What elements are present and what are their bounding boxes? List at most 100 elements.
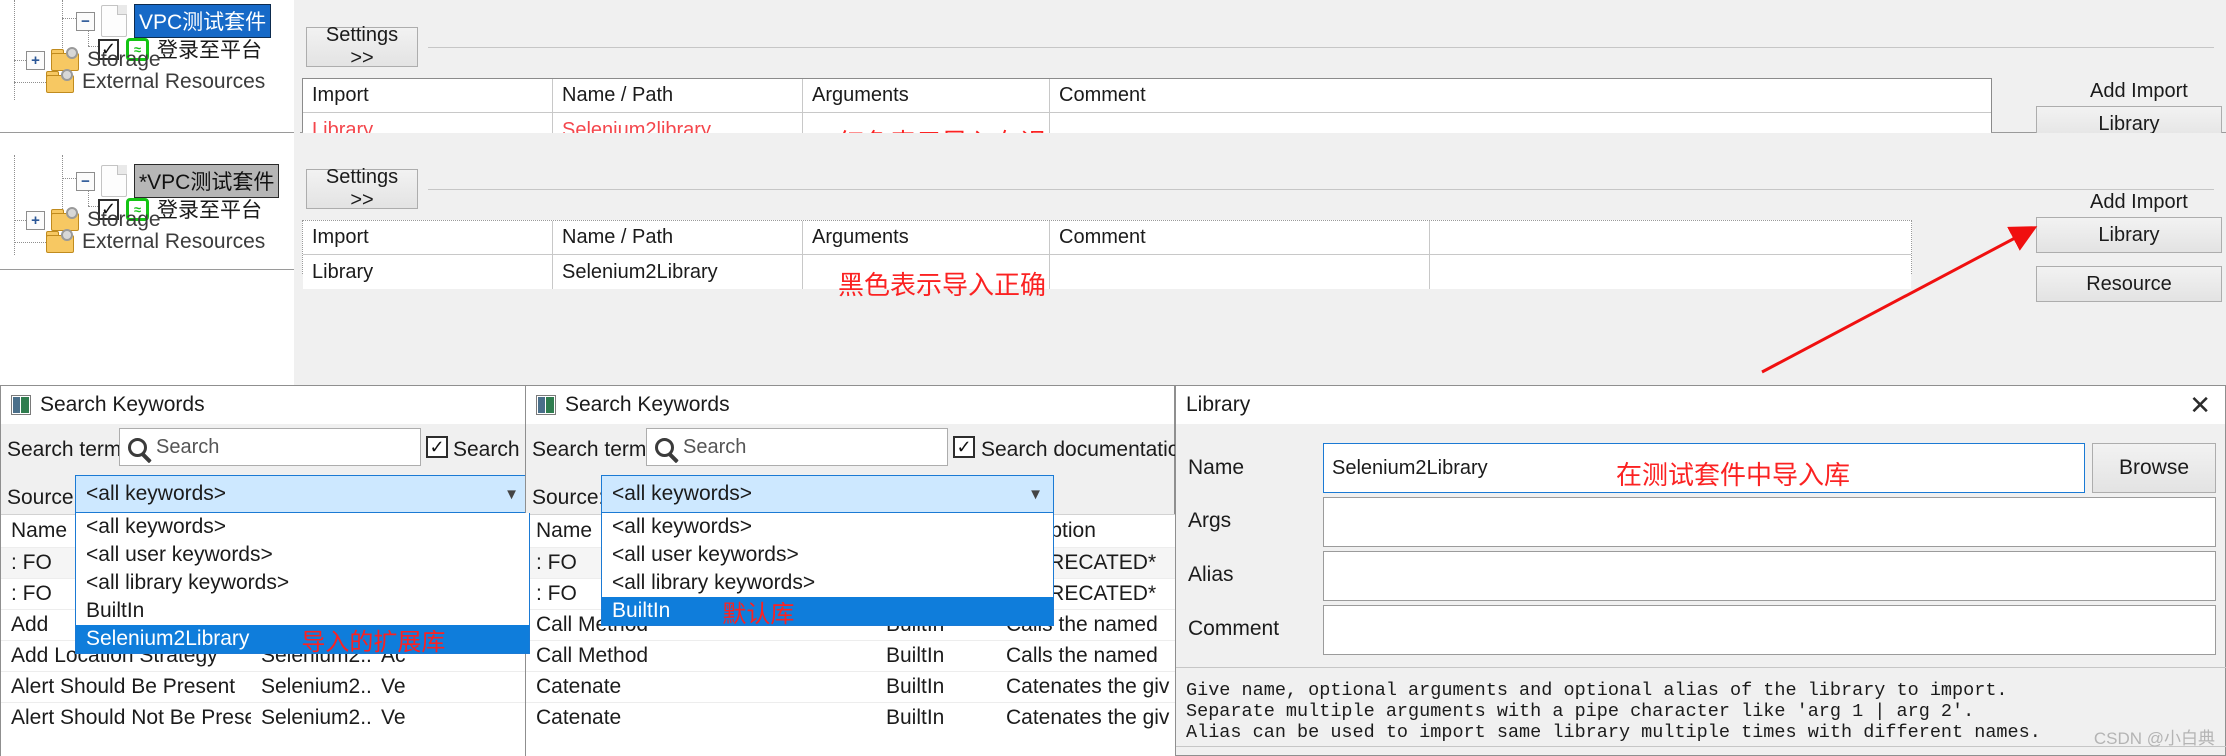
app-icon xyxy=(536,395,556,415)
tree-panel-bottom[interactable]: − *VPC测试套件 ✓ ≈ 登录至平台 + Storage External … xyxy=(0,133,294,270)
tree-guide-line xyxy=(14,220,26,221)
name-label: Name xyxy=(1188,456,1245,479)
source-combobox-value: <all keywords> xyxy=(86,482,227,505)
expand-icon[interactable]: + xyxy=(26,50,45,70)
cell-comment[interactable] xyxy=(1050,255,1430,289)
chevron-down-icon: ▼ xyxy=(1028,485,1043,503)
search-term-label: Search term: xyxy=(532,438,653,461)
chevron-down-icon: ▼ xyxy=(504,485,519,503)
dropdown-option[interactable]: <all library keywords> xyxy=(76,569,529,597)
folder-icon xyxy=(46,229,74,253)
search-input[interactable]: Search xyxy=(119,428,421,466)
dropdown-option[interactable]: <all user keywords> xyxy=(602,541,1053,569)
imports-grid[interactable]: Import Name / Path Arguments Comment Lib… xyxy=(302,220,1912,289)
search-documentation-checkbox[interactable]: ✓ xyxy=(953,436,975,458)
cell-import[interactable]: Library xyxy=(303,255,553,289)
annotation-default-library: 默认库 xyxy=(722,600,795,628)
expand-icon[interactable]: + xyxy=(26,210,45,230)
dropdown-option[interactable]: <all keywords> xyxy=(602,513,1053,541)
column-header-comment: Comment xyxy=(1059,84,1146,106)
column-header-name-path: Name / Path xyxy=(553,79,803,112)
tree-item-suite[interactable]: − *VPC测试套件 xyxy=(76,164,280,198)
settings-editor-top: Settings >> Import Name / Path Arguments… xyxy=(300,0,2226,191)
cell-name: Alert Should Not Be Present xyxy=(11,706,251,729)
cell-description: Ve xyxy=(381,675,406,698)
tree-item-external-resources[interactable]: External Resources xyxy=(46,69,266,94)
document-icon xyxy=(101,165,127,197)
tree-item-external-resources[interactable]: External Resources xyxy=(46,229,266,254)
browse-button[interactable]: Browse xyxy=(2092,443,2216,493)
add-import-title: Add Import xyxy=(2090,80,2188,102)
table-row[interactable]: Catenate BuiltIn Catenates the giv xyxy=(526,671,1176,702)
imports-grid-header: Import Name / Path Arguments Comment xyxy=(303,221,1911,255)
source-dropdown-list[interactable]: <all keywords> <all user keywords> <all … xyxy=(601,513,1054,628)
cell-name: Catenate xyxy=(536,675,622,698)
tree-guide-line xyxy=(14,82,46,83)
table-row[interactable]: Catenate BuiltIn Catenates the giv xyxy=(526,702,1176,733)
dropdown-option-selected[interactable]: BuiltIn 默认库 xyxy=(602,597,1053,628)
search-keywords-dialog-left[interactable]: Search Keywords Search term: Search ✓ Se… xyxy=(0,385,549,756)
tree-panel-top[interactable]: − VPC测试套件 ✓ ≈ 登录至平台 + Storage External R… xyxy=(0,0,294,133)
settings-toggle-button[interactable]: Settings >> xyxy=(306,24,418,69)
cell-name-path[interactable]: Selenium2Library xyxy=(553,255,803,289)
args-field[interactable] xyxy=(1323,497,2216,547)
collapse-icon[interactable]: − xyxy=(76,171,95,191)
add-import-library-button[interactable]: Library xyxy=(2036,217,2222,253)
column-header-spacer xyxy=(1430,221,1911,254)
search-input[interactable]: Search xyxy=(646,428,948,466)
settings-toggle-button[interactable]: Settings >> xyxy=(306,166,418,211)
settings-editor-bottom: Settings >> Import Name / Path Arguments… xyxy=(300,133,2226,390)
source-dropdown-list[interactable]: <all keywords> <all user keywords> <all … xyxy=(75,513,530,656)
tree-item-external-resources-label: External Resources xyxy=(82,70,266,93)
search-documentation-checkbox[interactable]: ✓ xyxy=(426,436,448,458)
search-icon xyxy=(655,437,683,457)
tree-item-external-resources-label: External Resources xyxy=(82,230,266,253)
dropdown-option-selected[interactable]: Selenium2Library 导入的扩展库 xyxy=(76,625,529,656)
cell-name: Call Method xyxy=(536,644,649,667)
close-icon[interactable]: ✕ xyxy=(2189,390,2211,421)
add-import-resource-button[interactable]: Resource xyxy=(2036,266,2222,302)
library-dialog[interactable]: Library ✕ Name Selenium2Library 在测试套件中导入… xyxy=(1175,385,2226,756)
cell-spacer xyxy=(1430,255,1911,289)
comment-field[interactable] xyxy=(1323,605,2216,655)
source-label: Source: xyxy=(7,486,80,509)
source-combobox[interactable]: <all keywords> ▼ xyxy=(75,475,530,513)
tree-item-storage[interactable]: + Storage xyxy=(26,207,161,232)
tree-item-suite-label: *VPC测试套件 xyxy=(134,164,280,198)
imports-grid-header: Import Name / Path Arguments Comment xyxy=(303,79,1991,113)
comment-label: Comment xyxy=(1188,617,1280,640)
cell-source: BuiltIn xyxy=(886,706,945,729)
dropdown-option[interactable]: <all library keywords> xyxy=(602,569,1053,597)
tree-item-suite[interactable]: − VPC测试套件 xyxy=(76,4,272,38)
dialog-title: Search Keywords xyxy=(40,393,205,416)
source-combobox[interactable]: <all keywords> ▼ xyxy=(601,475,1054,513)
dialog-titlebar: Search Keywords xyxy=(526,386,1174,424)
imports-grid[interactable]: Import Name / Path Arguments Comment Lib… xyxy=(302,78,1992,147)
tree-item-storage-label: Storage xyxy=(87,48,161,71)
cell-source: Selenium2... xyxy=(261,675,371,698)
alias-field[interactable] xyxy=(1323,551,2216,601)
table-row[interactable]: Alert Should Be Present Selenium2... Ve xyxy=(1,671,529,702)
collapse-icon[interactable]: − xyxy=(76,11,95,31)
dropdown-option[interactable]: <all keywords> xyxy=(76,513,529,541)
args-label: Args xyxy=(1188,509,1232,532)
column-header-name-path: Name / Path xyxy=(553,221,803,254)
separator xyxy=(428,47,2214,48)
help-line-3: Alias can be used to import same library… xyxy=(1186,722,2041,743)
dropdown-option-label: Selenium2Library xyxy=(86,627,250,650)
table-row[interactable]: Alert Should Not Be Present Selenium2...… xyxy=(1,702,529,733)
tree-guide-line xyxy=(14,242,46,243)
separator xyxy=(428,189,2214,190)
column-header-comment: Comment xyxy=(1050,221,1430,254)
table-row[interactable]: Library Selenium2Library xyxy=(303,255,1911,289)
search-keywords-dialog-mid[interactable]: Search Keywords Search term: Search ✓ Se… xyxy=(525,385,1191,756)
dropdown-option[interactable]: <all user keywords> xyxy=(76,541,529,569)
column-header-import: Import xyxy=(303,221,553,254)
folder-icon xyxy=(51,207,79,231)
cell-source: Selenium2... xyxy=(261,706,371,729)
name-field-value: Selenium2Library xyxy=(1332,456,1488,479)
cell-description: Calls the named xyxy=(1006,644,1158,667)
search-documentation-label: Search documentation xyxy=(981,438,1192,461)
table-row[interactable]: Call Method BuiltIn Calls the named xyxy=(526,640,1176,671)
tree-item-storage[interactable]: + Storage xyxy=(26,47,161,72)
